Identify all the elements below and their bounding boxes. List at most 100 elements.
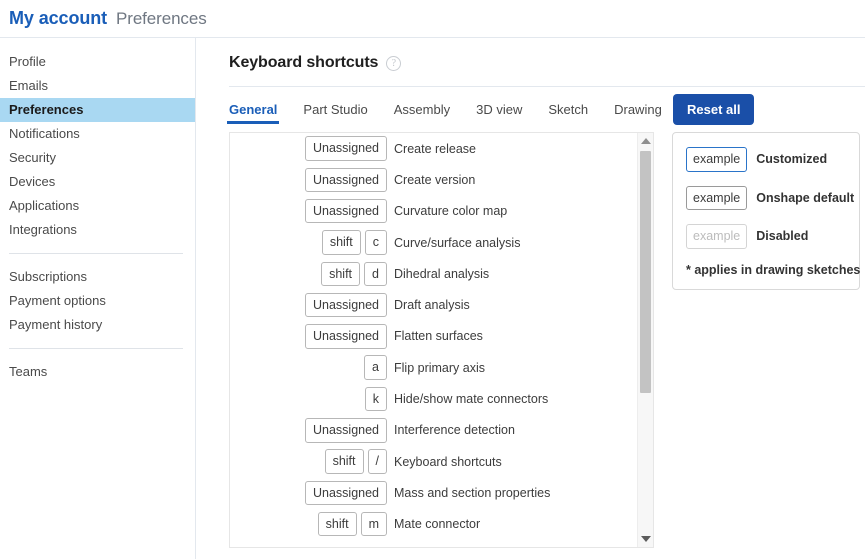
shortcut-action-label: Dihedral analysis <box>394 266 490 281</box>
shortcut-action-label: Mate connector <box>394 517 481 532</box>
shortcut-action-label: Interference detection <box>394 423 515 438</box>
main-content: Keyboard shortcuts ? General Part Studio A… <box>196 38 865 559</box>
scroll-down-triangle <box>640 536 651 542</box>
key-chip[interactable]: Unassigned <box>304 198 387 224</box>
legend-label-disabled: Disabled <box>756 229 809 244</box>
key-chip[interactable]: shift <box>321 261 361 287</box>
shortcut-keys: Unassigned <box>238 418 394 443</box>
shortcut-action-label: Draft analysis <box>394 298 470 313</box>
legend-chip-customized: example <box>686 147 748 172</box>
shortcut-action-label: Keyboard shortcuts <box>394 454 502 469</box>
shortcut-action-label: Curvature color map <box>394 204 508 219</box>
shortcut-keys: shift d <box>238 261 394 287</box>
sidebar-item-subscriptions[interactable]: Subscriptions <box>0 265 195 289</box>
tab-part-studio[interactable]: Part Studio <box>303 87 367 129</box>
shortcut-row: shift d Dihedral analysis <box>230 258 637 289</box>
shortcut-row: Unassigned Mass and section properties <box>230 477 637 508</box>
shortcuts-scrollbar[interactable] <box>637 133 653 547</box>
page-heading: Keyboard shortcuts <box>229 54 379 71</box>
key-chip[interactable]: shift <box>324 449 364 474</box>
key-chip[interactable]: a <box>364 355 387 380</box>
legend-panel: example Customized example Onshape default e… <box>672 132 860 290</box>
legend-label-default: Onshape default <box>756 190 855 205</box>
tab-general[interactable]: General <box>226 87 280 129</box>
sidebar-item-notifications[interactable]: Notifications <box>0 122 195 146</box>
shortcut-keys: Unassigned <box>238 324 394 349</box>
scroll-up-arrow-icon[interactable] <box>638 133 653 149</box>
shortcut-keys: shift m <box>238 511 394 537</box>
scroll-down-arrow-icon[interactable] <box>638 531 653 547</box>
shortcut-action-label: Curve/surface analysis <box>394 235 521 250</box>
key-chip[interactable]: Unassigned <box>304 292 387 318</box>
app-header: My account Preferences <box>0 0 865 38</box>
shortcut-row: k Hide/show mate connectors <box>230 383 637 414</box>
tab-drawing[interactable]: Drawing <box>614 87 662 129</box>
tab-assembly[interactable]: Assembly <box>394 87 450 129</box>
key-chip[interactable]: m <box>360 511 387 537</box>
key-chip[interactable]: Unassigned <box>304 136 387 161</box>
key-chip[interactable]: Unassigned <box>304 324 387 349</box>
sidebar-item-preferences[interactable]: Preferences <box>0 98 195 122</box>
body-wrap: Profile Emails Preferences Notifications Sec… <box>0 38 865 559</box>
question-circle-icon[interactable]: ? <box>386 55 402 71</box>
content-row: Unassigned Create release Unassigned Create… <box>229 132 865 548</box>
shortcut-action-label: Create release <box>394 141 476 156</box>
key-chip[interactable]: shift <box>317 511 357 537</box>
shortcut-row: Unassigned Create release <box>230 133 637 164</box>
sidebar-group-teams: Teams <box>0 360 195 384</box>
shortcut-action-label: Flatten surfaces <box>394 329 483 344</box>
shortcut-keys: shift c <box>238 230 394 255</box>
shortcuts-scroll-area: Unassigned Create release Unassigned Create… <box>230 133 637 547</box>
shortcut-row: shift m Mate connector <box>230 509 637 540</box>
shortcut-row: shift / Keyboard shortcuts <box>230 446 637 477</box>
shortcut-action-label: Flip primary axis <box>394 360 485 375</box>
page-title-account: My account <box>9 8 108 28</box>
shortcut-action-label: Mass and section properties <box>394 485 551 500</box>
sidebar-item-emails[interactable]: Emails <box>0 74 195 98</box>
tab-3d-view[interactable]: 3D view <box>476 87 522 129</box>
sidebar-item-applications[interactable]: Applications <box>0 194 195 218</box>
section-header: Keyboard shortcuts ? <box>229 54 865 87</box>
shortcut-row: Unassigned Draft analysis <box>230 289 637 320</box>
key-chip[interactable]: c <box>364 230 387 255</box>
sidebar-item-teams[interactable]: Teams <box>0 360 195 384</box>
legend-rows: example Customized example Onshape default e… <box>686 147 854 249</box>
key-chip[interactable]: Unassigned <box>304 418 387 443</box>
tab-sketch[interactable]: Sketch <box>548 87 588 129</box>
sidebar-item-payment-options[interactable]: Payment options <box>0 289 195 313</box>
page-title-section: Preferences <box>116 8 207 28</box>
key-chip[interactable]: Unassigned <box>304 480 387 506</box>
key-chip[interactable]: shift <box>321 230 361 255</box>
shortcut-row: Unassigned Flatten surfaces <box>230 321 637 352</box>
reset-all-button[interactable]: Reset all <box>673 94 755 125</box>
legend-row-default: example Onshape default <box>686 185 854 210</box>
sidebar-item-profile[interactable]: Profile <box>0 50 195 74</box>
shortcut-action-label: Create version <box>394 172 476 187</box>
shortcut-row: Unassigned Curvature color map <box>230 196 637 227</box>
shortcut-keys: shift / <box>238 449 394 474</box>
sidebar-item-security[interactable]: Security <box>0 146 195 170</box>
sidebar-nav: Profile Emails Preferences Notifications Sec… <box>0 38 196 559</box>
key-chip[interactable]: k <box>364 386 387 412</box>
key-chip[interactable]: / <box>367 449 387 474</box>
tabs-row: General Part Studio Assembly 3D view Sketch D… <box>226 87 865 132</box>
legend-chip-disabled: example <box>686 224 748 249</box>
scrollbar-thumb[interactable] <box>640 151 651 393</box>
shortcut-keys: Unassigned <box>238 480 394 506</box>
scroll-up-triangle <box>640 138 651 144</box>
key-chip[interactable]: Unassigned <box>304 167 387 193</box>
key-chip[interactable]: d <box>364 261 387 287</box>
sidebar-item-devices[interactable]: Devices <box>0 170 195 194</box>
shortcut-row: Unassigned Interference detection <box>230 415 637 446</box>
legend-chip-default: example <box>686 185 748 210</box>
legend-footnote: * applies in drawing sketches <box>686 262 861 277</box>
sidebar-divider-1 <box>9 253 183 254</box>
shortcut-row: Unassigned Create version <box>230 164 637 195</box>
shortcut-keys: a <box>238 355 394 380</box>
sidebar-item-payment-history[interactable]: Payment history <box>0 313 195 337</box>
shortcut-keys: k <box>238 386 394 412</box>
shortcut-keys: Unassigned <box>238 292 394 318</box>
sidebar-item-integrations[interactable]: Integrations <box>0 218 195 242</box>
shortcut-row: a Flip primary axis <box>230 352 637 383</box>
legend-row-disabled: example Disabled <box>686 224 847 249</box>
